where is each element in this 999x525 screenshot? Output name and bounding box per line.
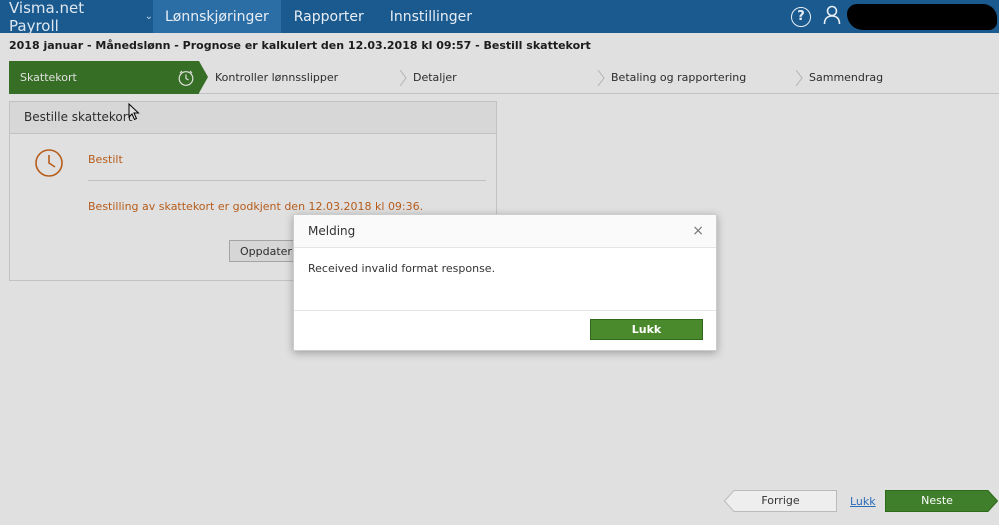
top-navigation-bar: Visma.net Payroll ⌄ Lønnskjøringer Rappo… [0, 0, 999, 35]
close-dialog-button[interactable]: Lukk [590, 319, 703, 340]
app-switcher[interactable]: Visma.net Payroll ⌄ [0, 0, 153, 35]
next-button[interactable]: Neste [885, 490, 999, 512]
nav-lonnskjoringer[interactable]: Lønnskjøringer [153, 0, 281, 33]
close-icon[interactable]: × [692, 223, 704, 239]
message-dialog: Melding × Received invalid format respon… [293, 214, 717, 351]
help-icon[interactable]: ? [791, 6, 811, 27]
previous-button[interactable]: Forrige [723, 490, 837, 512]
previous-button-label: Forrige [761, 494, 800, 507]
app-name: Visma.net Payroll [9, 0, 85, 35]
user-icon[interactable] [823, 5, 841, 28]
dialog-message: Received invalid format response. [294, 248, 716, 311]
dialog-header: Melding × [294, 215, 716, 248]
dialog-title: Melding [308, 224, 356, 238]
redacted-user-name [847, 3, 997, 30]
nav-innstillinger[interactable]: Innstillinger [377, 0, 485, 33]
nav-rapporter[interactable]: Rapporter [281, 0, 377, 33]
close-link[interactable]: Lukk [850, 495, 876, 508]
dialog-footer: Lukk [294, 311, 716, 351]
chevron-down-icon: ⌄ [144, 11, 153, 22]
next-button-label: Neste [921, 494, 953, 507]
